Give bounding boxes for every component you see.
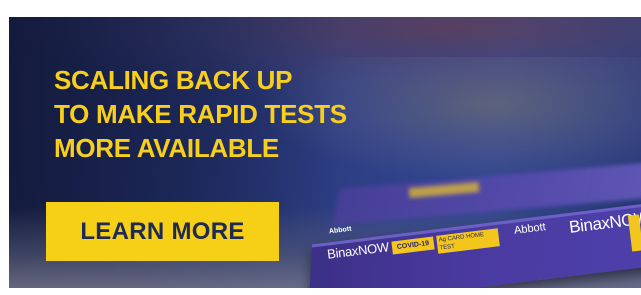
headline-line-3: MORE AVAILABLE: [54, 133, 279, 163]
headline-line-2: TO MAKE RAPID TESTS: [54, 99, 347, 129]
headline: SCALING BACK UP TO MAKE RAPID TESTS MORE…: [54, 63, 347, 165]
headline-line-1: SCALING BACK UP: [54, 65, 293, 95]
learn-more-button[interactable]: LEARN MORE: [46, 202, 279, 261]
